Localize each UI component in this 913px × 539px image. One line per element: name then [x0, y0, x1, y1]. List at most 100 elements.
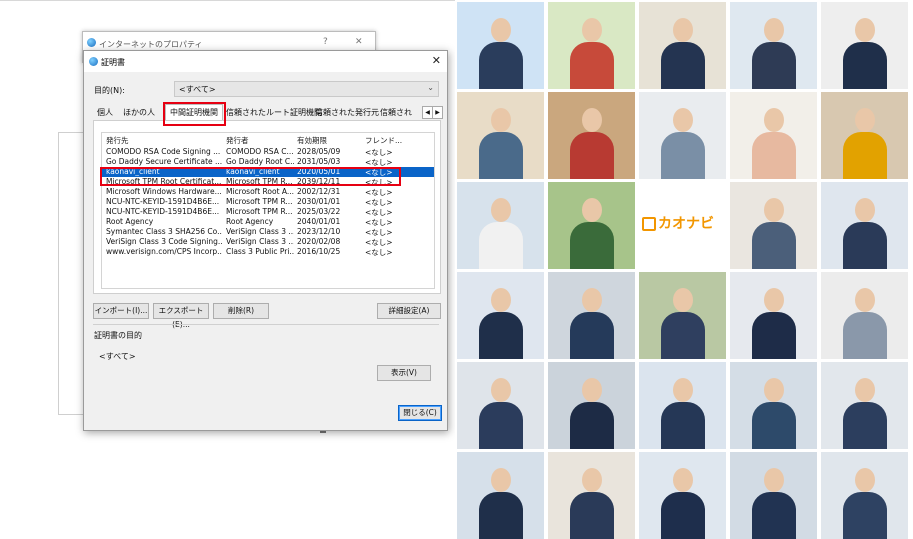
photo-tile: [548, 452, 635, 539]
table-cell: COMODO RSA C...: [226, 147, 294, 156]
column-expiration[interactable]: 有効期限: [297, 135, 359, 146]
person-silhouette: [661, 42, 705, 89]
table-row[interactable]: Go Daddy Secure Certificate ... Go Daddy …: [102, 157, 434, 167]
person-silhouette: [843, 42, 887, 89]
tab-scroll-right-icon[interactable]: ▶: [432, 106, 443, 119]
table-cell: 2002/12/31: [297, 187, 341, 196]
photo-tile: [457, 2, 544, 89]
person-silhouette: [752, 132, 796, 179]
table-row[interactable]: NCU-NTC-KEYID-1591D4B6E... Microsoft TPM …: [102, 207, 434, 217]
person-silhouette: [752, 312, 796, 359]
column-friendly-name[interactable]: フレンド...: [365, 135, 405, 146]
import-button[interactable]: インポート(I)...: [93, 303, 149, 319]
tab-trusted-publishers[interactable]: 信頼された発行元: [315, 107, 379, 118]
person-head: [491, 378, 511, 402]
remove-button[interactable]: 削除(R): [213, 303, 269, 319]
person-head: [582, 18, 602, 42]
table-row[interactable]: Root Agency Root Agency 2040/01/01 <なし>: [102, 217, 434, 227]
table-cell: www.verisign.com/CPS Incorp...: [106, 247, 222, 256]
person-head: [582, 468, 602, 492]
dialog-close-button[interactable]: ✕: [432, 54, 441, 67]
purpose-select[interactable]: <すべて> ⌄: [174, 81, 439, 97]
certificate-list[interactable]: 発行先 発行者 有効期限 フレンド... COMODO RSA Code Sig…: [101, 132, 435, 289]
person-head: [764, 18, 784, 42]
view-button[interactable]: 表示(V): [377, 365, 431, 381]
photo-tile: [457, 92, 544, 179]
person-head: [764, 198, 784, 222]
tab-untrusted[interactable]: 信頼され: [380, 107, 412, 118]
person-head: [855, 198, 875, 222]
table-row[interactable]: Symantec Class 3 SHA256 Co... VeriSign Cl…: [102, 227, 434, 237]
purpose-group-value: <すべて>: [99, 352, 136, 361]
export-button[interactable]: エクスポート(E)...: [153, 303, 209, 329]
person-head: [491, 198, 511, 222]
table-cell: Class 3 Public Pri...: [226, 247, 294, 256]
table-cell: Microsoft Windows Hardware...: [106, 187, 222, 196]
table-cell: 2028/05/09: [297, 147, 341, 156]
photo-tile: [821, 92, 908, 179]
person-silhouette: [570, 132, 614, 179]
table-cell: Symantec Class 3 SHA256 Co...: [106, 227, 222, 236]
tab-bar: 個人 ほかの人 中間証明機関 信頼されたルート証明機関 信頼された発行元 信頼さ…: [93, 104, 443, 122]
internet-options-icon: [87, 38, 96, 47]
table-cell: 2023/12/10: [297, 227, 341, 236]
table-cell: <なし>: [365, 248, 393, 257]
table-cell: 2025/03/22: [297, 207, 341, 216]
list-header: 発行先 発行者 有効期限 フレンド...: [102, 135, 434, 146]
photo-tile: [548, 92, 635, 179]
table-cell: Microsoft TPM R...: [226, 207, 293, 216]
column-issued-to[interactable]: 発行先: [106, 135, 222, 146]
advanced-button[interactable]: 詳細設定(A): [377, 303, 441, 319]
photo-tile: [730, 2, 817, 89]
person-silhouette: [570, 42, 614, 89]
person-silhouette: [752, 42, 796, 89]
person-silhouette: [843, 312, 887, 359]
person-head: [764, 468, 784, 492]
column-issuer[interactable]: 発行者: [226, 135, 294, 146]
table-row[interactable]: Microsoft Windows Hardware... Microsoft R…: [102, 187, 434, 197]
photo-tile: [548, 2, 635, 89]
person-head: [673, 18, 693, 42]
table-cell: Go Daddy Secure Certificate ...: [106, 157, 222, 166]
close-button[interactable]: ✕: [355, 37, 363, 47]
photo-tile: [730, 452, 817, 539]
help-button[interactable]: ?: [323, 37, 328, 47]
table-cell: VeriSign Class 3 ...: [226, 237, 294, 246]
person-silhouette: [479, 132, 523, 179]
person-silhouette: [843, 222, 887, 269]
close-dialog-button[interactable]: 閉じる(C): [398, 405, 442, 421]
table-cell: 2020/02/08: [297, 237, 341, 246]
tab-other-people[interactable]: ほかの人: [123, 107, 155, 118]
highlight-box-row: [100, 167, 401, 186]
photo-tile: [457, 182, 544, 269]
table-row[interactable]: NCU-NTC-KEYID-1591D4B6E... Microsoft TPM …: [102, 197, 434, 207]
photo-tile: [457, 452, 544, 539]
person-silhouette: [479, 492, 523, 539]
photo-tile: [821, 272, 908, 359]
chevron-down-icon: ⌄: [427, 83, 434, 92]
person-head: [764, 108, 784, 132]
table-cell: 2040/01/01: [297, 217, 341, 226]
tab-trusted-root-ca[interactable]: 信頼されたルート証明機関: [226, 107, 322, 118]
table-row[interactable]: VeriSign Class 3 Code Signing... VeriSign…: [102, 237, 434, 247]
table-row[interactable]: COMODO RSA Code Signing ... COMODO RSA C.…: [102, 147, 434, 157]
person-silhouette: [661, 132, 705, 179]
certificate-icon: [89, 57, 98, 66]
photo-tile: [821, 2, 908, 89]
table-cell: Microsoft Root A...: [226, 187, 294, 196]
tab-personal[interactable]: 個人: [97, 107, 113, 118]
person-head: [582, 288, 602, 312]
table-cell: 2016/10/25: [297, 247, 341, 256]
purpose-label: 目的(N):: [94, 86, 125, 95]
table-cell: Root Agency: [226, 217, 274, 226]
person-silhouette: [843, 132, 887, 179]
person-silhouette: [479, 402, 523, 449]
person-head: [855, 288, 875, 312]
person-head: [491, 468, 511, 492]
person-head: [855, 108, 875, 132]
tab-panel: 発行先 発行者 有効期限 フレンド... COMODO RSA Code Sig…: [93, 120, 441, 294]
table-row[interactable]: www.verisign.com/CPS Incorp... Class 3 Pu…: [102, 247, 434, 257]
photo-tile: [639, 92, 726, 179]
table-cell: NCU-NTC-KEYID-1591D4B6E...: [106, 207, 220, 216]
photo-collage: [455, 0, 913, 539]
